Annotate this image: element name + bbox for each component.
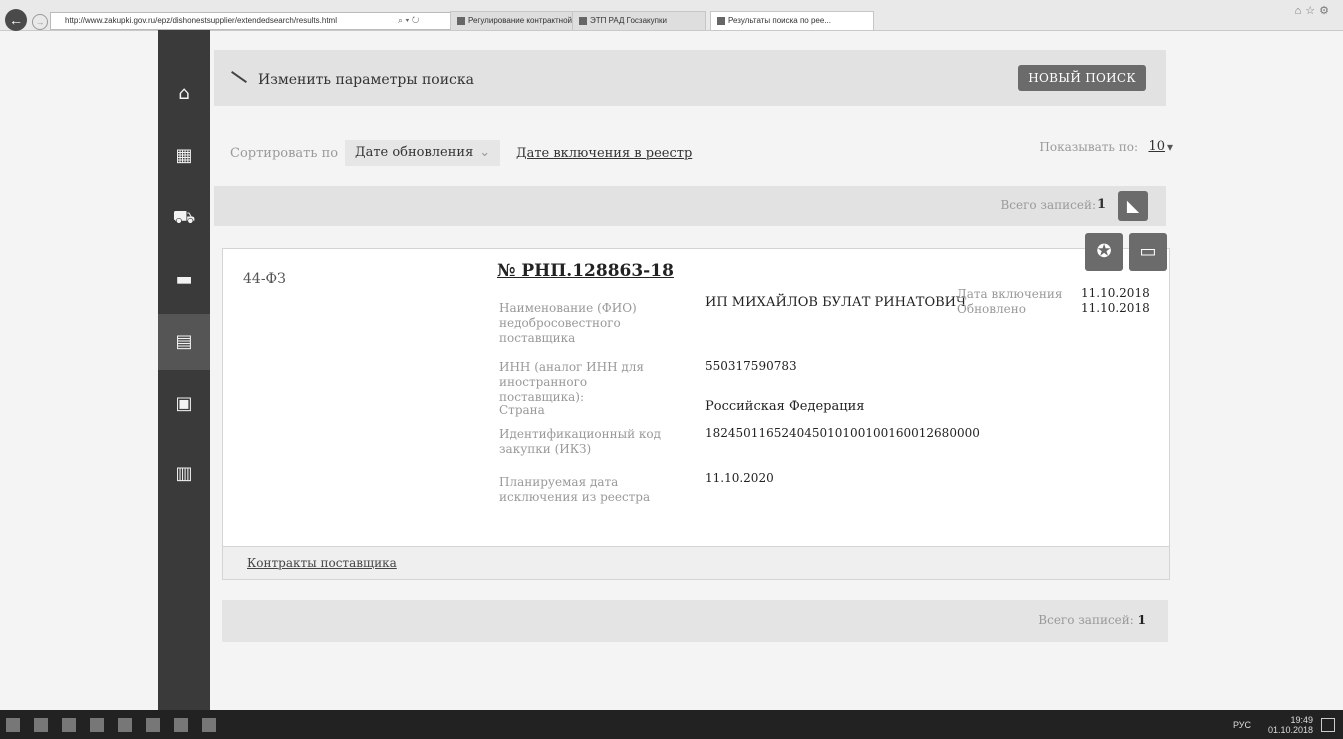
taskbar-app-icon[interactable] bbox=[146, 718, 160, 732]
taskbar: РУС 19:49 01.10.2018 bbox=[0, 710, 1343, 739]
total-records: Всего записей: 1 bbox=[1038, 613, 1146, 627]
change-search-params-link[interactable]: Изменить параметры поиска bbox=[258, 72, 474, 88]
updated-date-label: Обновлено bbox=[957, 302, 1026, 316]
card-footer: Контракты поставщика bbox=[223, 546, 1169, 579]
field-value: 11.10.2020 bbox=[705, 471, 774, 485]
page-size-label: Показывать по: bbox=[1039, 140, 1138, 154]
rss-icon[interactable]: ◣ bbox=[1118, 191, 1148, 221]
cart-icon[interactable]: ⛟ bbox=[158, 190, 210, 246]
taskbar-app-icon[interactable] bbox=[202, 718, 216, 732]
tab-favicon-icon bbox=[457, 16, 465, 25]
taskbar-app-icon[interactable] bbox=[34, 718, 48, 732]
home-icon[interactable]: ⌂ bbox=[158, 66, 210, 122]
records-count: 1 bbox=[1096, 197, 1106, 212]
browser-tab[interactable]: ЭТП РАД Госзакупки bbox=[572, 11, 706, 30]
sort-by-registry-date-link[interactable]: Дате включения в реестр bbox=[516, 146, 692, 161]
address-bar[interactable]: http://www.zakupki.gov.ru/epz/dishonests… bbox=[50, 12, 456, 30]
book-icon[interactable]: ▬ bbox=[158, 252, 210, 308]
notification-icon[interactable] bbox=[1321, 718, 1335, 732]
sort-label: Сортировать по bbox=[230, 146, 339, 161]
field-label: Планируемая дата исключения из реестра bbox=[499, 475, 651, 504]
chevron-down-icon: ⌄ bbox=[479, 145, 491, 160]
page-size-select[interactable]: 10 bbox=[1148, 139, 1165, 154]
browser-settings-icons[interactable]: ⌂☆⚙ bbox=[1295, 4, 1333, 17]
updated-date-value: 11.10.2018 bbox=[1081, 301, 1150, 315]
document-icon[interactable]: ▥ bbox=[158, 446, 210, 502]
supplier-contracts-link[interactable]: Контракты поставщика bbox=[247, 556, 397, 570]
sort-by-update-button[interactable]: Дате обновления ⌄ bbox=[345, 140, 501, 166]
record-law: 44-ФЗ bbox=[243, 271, 286, 287]
field-label: Идентификационный код закупки (ИКЗ) bbox=[499, 427, 662, 456]
sidebar: ⌂ ▦ ⛟ ▬ ▤ ▣ ▥ bbox=[158, 30, 210, 710]
new-search-button[interactable]: НОВЫЙ ПОИСК bbox=[1018, 65, 1146, 91]
taskbar-app-icon[interactable] bbox=[62, 718, 76, 732]
tab-favicon-icon bbox=[579, 16, 587, 25]
records-bar: Всего записей: 1 ◣ bbox=[214, 186, 1166, 226]
refresh-icon[interactable]: ⌕ ▾ ↻ bbox=[398, 12, 419, 28]
field-value: 550317590783 bbox=[705, 359, 797, 373]
print-icon[interactable]: ▭ bbox=[1129, 233, 1167, 271]
award-icon[interactable]: ✪ bbox=[1085, 233, 1123, 271]
included-date-label: Дата включения bbox=[957, 287, 1063, 301]
field-value: ИП МИХАЙЛОВ БУЛАТ РИНАТОВИЧ bbox=[705, 295, 967, 310]
field-label: Наименование (ФИО) недобросовестного пос… bbox=[499, 301, 637, 345]
chevron-down-icon[interactable]: ▾ bbox=[1167, 140, 1173, 154]
field-label: ИНН (аналог ИНН для иностранного поставщ… bbox=[499, 360, 644, 404]
field-label: Страна bbox=[499, 403, 545, 417]
browser-toolbar: ← → http://www.zakupki.gov.ru/epz/dishon… bbox=[0, 0, 1343, 31]
taskbar-app-icon[interactable] bbox=[118, 718, 132, 732]
total-bar: Всего записей: 1 bbox=[222, 600, 1168, 642]
search-params-bar: Изменить параметры поиска НОВЫЙ ПОИСК bbox=[214, 50, 1166, 106]
chart-document-icon[interactable]: ▤ bbox=[158, 314, 210, 370]
taskbar-app-icon[interactable] bbox=[174, 718, 188, 732]
taskbar-app-icon[interactable] bbox=[90, 718, 104, 732]
clock[interactable]: 19:49 01.10.2018 bbox=[1268, 715, 1313, 735]
included-date-value: 11.10.2018 bbox=[1081, 286, 1150, 300]
windows-start-icon[interactable] bbox=[6, 718, 20, 732]
field-value: Российская Федерация bbox=[705, 399, 865, 414]
records-count-label: Всего записей: bbox=[1000, 198, 1096, 212]
record-number-link[interactable]: № РНП.128863-18 bbox=[497, 261, 674, 281]
field-value: 182450116524045010100100160012680000 bbox=[705, 426, 980, 440]
language-indicator[interactable]: РУС bbox=[1233, 720, 1251, 730]
browser-tab-active[interactable]: Результаты поиска по рее... bbox=[710, 11, 874, 30]
tab-favicon-icon bbox=[717, 16, 725, 25]
forward-icon[interactable]: → bbox=[32, 14, 48, 30]
back-icon[interactable]: ← bbox=[5, 9, 27, 31]
calendar-icon[interactable]: ▦ bbox=[158, 128, 210, 184]
pencil-icon bbox=[231, 71, 247, 83]
briefcase-icon[interactable]: ▣ bbox=[158, 376, 210, 432]
record-card: ✪ ▭ 44-ФЗ № РНП.128863-18 Наименование (… bbox=[222, 233, 1170, 580]
